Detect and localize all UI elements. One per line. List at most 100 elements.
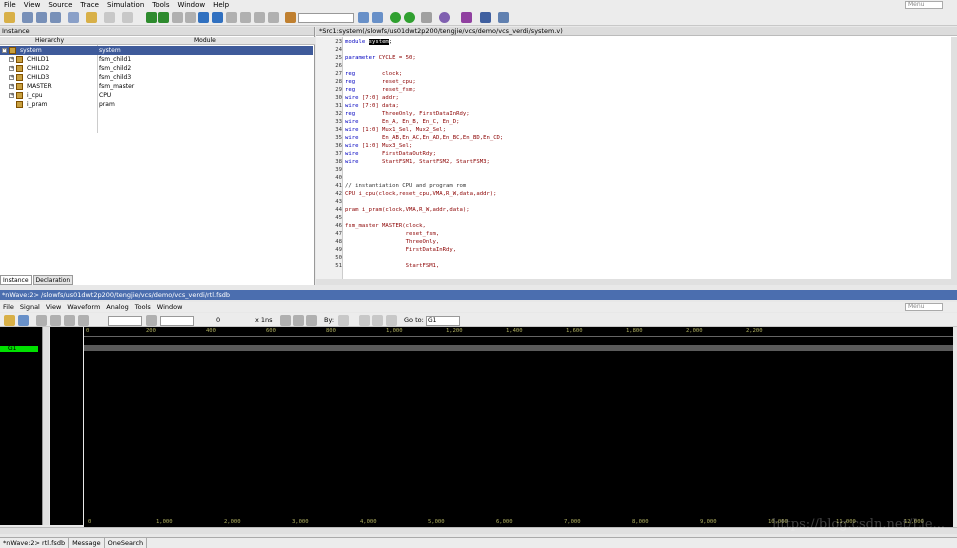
menu-view[interactable]: View <box>20 1 45 9</box>
menu-help[interactable]: Help <box>209 1 233 9</box>
code-line[interactable]: 51 StartFSM1, <box>316 262 916 270</box>
group-g1[interactable]: G1 <box>0 346 38 352</box>
status-message-tab[interactable]: Message <box>69 538 105 548</box>
tree-row[interactable]: + CHILD1 fsm_child1 <box>0 55 313 64</box>
zoom-out-icon[interactable] <box>280 315 291 326</box>
find-next-icon[interactable] <box>358 12 369 23</box>
print-wave-icon[interactable] <box>146 315 157 326</box>
nwave-menu-window[interactable]: Window <box>154 303 186 311</box>
signal-name-pane[interactable]: G1 <box>0 327 42 525</box>
menu-tools[interactable]: Tools <box>148 1 173 9</box>
nwave-menu-analog[interactable]: Analog <box>103 303 131 311</box>
tree-row[interactable]: + CHILD2 fsm_child2 <box>0 64 313 73</box>
code-line[interactable]: 35 wire En_AB,En_AC,En_AD,En_BC,En_BD,En_… <box>316 134 916 142</box>
open-folder-icon[interactable] <box>4 12 15 23</box>
nwave-menu-signal[interactable]: Signal <box>17 303 43 311</box>
column-header-module[interactable]: Module <box>194 37 216 45</box>
code-line[interactable]: 44 pram i_pram(clock,VMA,R_W,addr,data); <box>316 206 916 214</box>
reload-icon[interactable] <box>158 12 169 23</box>
terminal-icon[interactable] <box>421 12 432 23</box>
find-prev-icon[interactable] <box>372 12 383 23</box>
code-line[interactable]: 32 reg ThreeOnly, FirstDataInRdy; <box>316 110 916 118</box>
code-line[interactable]: 28 reg reset_cpu; <box>316 78 916 86</box>
menu-file[interactable]: File <box>0 1 20 9</box>
code-line[interactable]: 42 CPU i_cpu(clock,reset_cpu,VMA,R_W,data… <box>316 190 916 198</box>
menu-simulation[interactable]: Simulation <box>103 1 148 9</box>
collapse-icon[interactable]: - <box>2 48 7 53</box>
schematic-icon[interactable] <box>50 12 61 23</box>
code-line[interactable]: 45 <box>316 214 916 222</box>
code-line[interactable]: 27 reg clock; <box>316 70 916 78</box>
paste-icon[interactable] <box>78 315 89 326</box>
run-sim-icon[interactable] <box>390 12 401 23</box>
nwave-menu-tools[interactable]: Tools <box>132 303 154 311</box>
nwave-menu-file[interactable]: File <box>0 303 17 311</box>
edge-type-icon[interactable] <box>338 315 349 326</box>
code-line[interactable]: 47 reset_fsm, <box>316 230 916 238</box>
code-line[interactable]: 34 wire [1:0] Mux1_Sel, Mux2_Sel; <box>316 126 916 134</box>
code-line[interactable]: 40 <box>316 174 916 182</box>
state-icon[interactable] <box>68 12 79 23</box>
nwave-menu-search-input[interactable]: Menu <box>905 303 943 311</box>
code-line[interactable]: 25 parameter CYCLE = 50; <box>316 54 916 62</box>
tree-row[interactable]: + i_cpu CPU <box>0 91 313 100</box>
status-onesearch-tab[interactable]: OneSearch <box>105 538 148 548</box>
code-line[interactable]: 33 wire En_A, En_B, En_C, En_D; <box>316 118 916 126</box>
code-line[interactable]: 50 <box>316 254 916 262</box>
zoom-fit-icon[interactable] <box>306 315 317 326</box>
time-input[interactable] <box>160 316 194 326</box>
debug-icon[interactable] <box>461 12 472 23</box>
signal-filter-input[interactable] <box>108 316 142 326</box>
stop-sim-icon[interactable] <box>404 12 415 23</box>
code-line[interactable]: 26 <box>316 62 916 70</box>
back-icon[interactable] <box>172 12 183 23</box>
expand-icon[interactable]: + <box>9 75 14 80</box>
code-line[interactable]: 29 reg reset_fsm; <box>316 86 916 94</box>
tree-row[interactable]: - system system <box>0 46 313 55</box>
time-ruler-top[interactable]: 0 200 400 600 800 1,000 1,200 1,400 1,600 1,800 2,… <box>84 327 953 337</box>
marker-icon[interactable] <box>386 315 397 326</box>
code-line[interactable]: 39 <box>316 166 916 174</box>
tab-declaration[interactable]: Declaration <box>32 275 74 285</box>
source-vertical-scrollbar[interactable] <box>951 37 957 279</box>
tab-instance[interactable]: Instance <box>0 275 32 285</box>
nwave-menu-view[interactable]: View <box>43 303 64 311</box>
open-fsdb-icon[interactable] <box>4 315 15 326</box>
edit-icon[interactable] <box>104 12 115 23</box>
waveform-pane[interactable]: 0 200 400 600 800 1,000 1,200 1,400 1,600 1,800 2,… <box>84 327 953 525</box>
hier-down-icon[interactable] <box>268 12 279 23</box>
down-icon[interactable] <box>240 12 251 23</box>
next-edge-icon[interactable] <box>372 315 383 326</box>
source-horizontal-scrollbar[interactable] <box>316 279 957 285</box>
expand-icon[interactable]: + <box>9 93 14 98</box>
folder-icon[interactable] <box>86 12 97 23</box>
code-line[interactable]: 24 <box>316 46 916 54</box>
rewind-icon[interactable] <box>439 12 450 23</box>
cut-icon[interactable] <box>50 315 61 326</box>
bookmark-icon[interactable] <box>285 12 296 23</box>
menu-search-input[interactable]: Menu <box>905 1 943 9</box>
goto-select[interactable]: G1 <box>426 316 460 326</box>
zoom-icon[interactable] <box>480 12 491 23</box>
hier-up-icon[interactable] <box>254 12 265 23</box>
find-input[interactable] <box>298 13 354 23</box>
code-line[interactable]: 49 FirstDataInRdy, <box>316 246 916 254</box>
zoom-in-icon[interactable] <box>293 315 304 326</box>
forward-icon[interactable] <box>185 12 196 23</box>
code-line[interactable]: 36 wire [1:0] Mux3_Sel; <box>316 142 916 150</box>
run-icon[interactable] <box>212 12 223 23</box>
menu-trace[interactable]: Trace <box>76 1 103 9</box>
code-line[interactable]: 43 <box>316 198 916 206</box>
expand-icon[interactable]: + <box>9 84 14 89</box>
menu-source[interactable]: Source <box>44 1 76 9</box>
code-line[interactable]: 46 fsm_master MASTER(clock, <box>316 222 916 230</box>
nwave-menu-waveform[interactable]: Waveform <box>64 303 103 311</box>
undo-icon[interactable] <box>36 315 47 326</box>
new-source-icon[interactable] <box>22 12 33 23</box>
code-line[interactable]: 48 ThreeOnly, <box>316 238 916 246</box>
menu-window[interactable]: Window <box>174 1 210 9</box>
code-line[interactable]: 31 wire [7:0] data; <box>316 102 916 110</box>
signal-pane-scrollbar[interactable] <box>42 327 49 525</box>
reload-fsdb-icon[interactable] <box>18 315 29 326</box>
print-icon[interactable] <box>122 12 133 23</box>
